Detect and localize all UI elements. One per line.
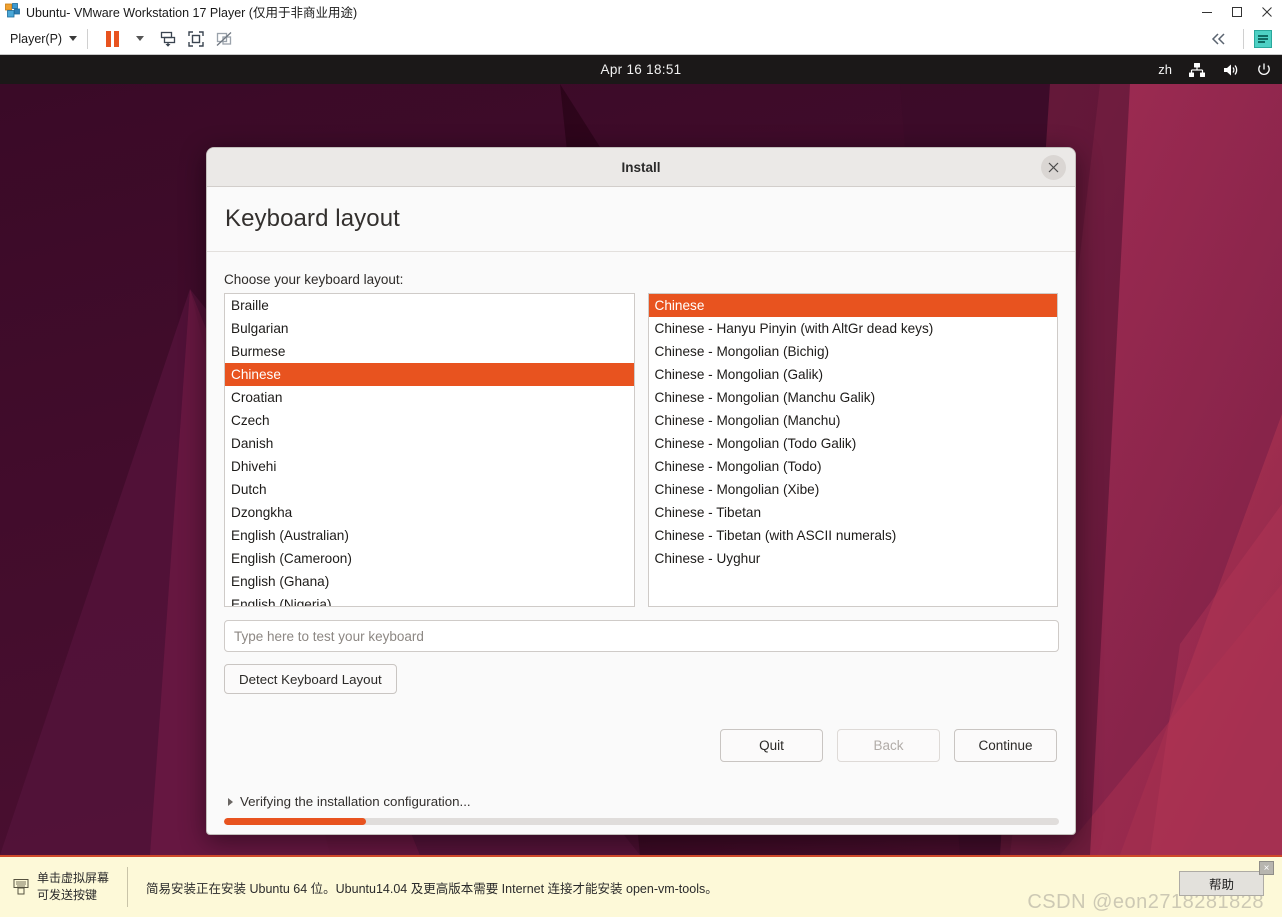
progress-track — [224, 818, 1059, 825]
maximize-icon[interactable] — [1222, 0, 1252, 23]
progress-area: Verifying the installation configuration… — [224, 794, 1059, 825]
variant-listbox[interactable]: Chinese Chinese - Hanyu Pinyin (with AltG… — [647, 293, 1058, 607]
language-list-item[interactable]: English (Ghana) — [225, 570, 634, 593]
collapse-button[interactable] — [1205, 26, 1233, 52]
quit-button[interactable]: Quit — [720, 729, 823, 762]
collapse-icon — [1211, 33, 1225, 45]
language-list-item[interactable]: English (Cameroon) — [225, 547, 634, 570]
progress-status-row[interactable]: Verifying the installation configuration… — [224, 794, 1058, 809]
language-list-item[interactable]: Bulgarian — [225, 317, 634, 340]
keyboard-icon — [13, 877, 30, 897]
language-list-item[interactable]: Dhivehi — [225, 455, 634, 478]
virtual-screen-hint-text: 单击虚拟屏幕 可发送按键 — [37, 870, 109, 905]
pause-button[interactable] — [98, 26, 126, 52]
variant-list-item[interactable]: Chinese - Hanyu Pinyin (with AltGr dead … — [649, 317, 1058, 340]
dialog-nav-buttons: Quit Back Continue — [224, 729, 1058, 762]
pause-icon — [105, 30, 119, 47]
back-button: Back — [837, 729, 940, 762]
panel-status-area: zh — [1158, 55, 1272, 84]
continue-button[interactable]: Continue — [954, 729, 1057, 762]
help-button[interactable]: 帮助 — [1179, 871, 1264, 896]
keyboard-indicator[interactable]: zh — [1158, 62, 1172, 77]
progress-fill — [224, 818, 366, 825]
install-dialog: Install Keyboard layout Choose your keyb… — [206, 147, 1076, 835]
variant-list-item[interactable]: Chinese — [648, 294, 1057, 317]
language-list-item[interactable]: Dutch — [225, 478, 634, 501]
chevron-right-icon — [228, 797, 233, 806]
status-divider — [127, 867, 129, 907]
chevron-down-icon — [136, 36, 145, 41]
language-list-item[interactable]: English (Australian) — [225, 524, 634, 547]
hint-line-1: 单击虚拟屏幕 — [37, 870, 110, 885]
vmware-status-bar: 单击虚拟屏幕 可发送按键 简易安装正在安装 Ubuntu 64 位。Ubuntu… — [0, 855, 1282, 917]
variant-list-item[interactable]: Chinese - Tibetan — [649, 501, 1058, 524]
volume-icon[interactable] — [1222, 62, 1240, 78]
language-list-item[interactable]: Burmese — [225, 340, 634, 363]
close-icon[interactable] — [1041, 155, 1066, 180]
fullscreen-button[interactable] — [182, 26, 210, 52]
language-list-item[interactable]: English (Nigeria) — [225, 593, 634, 606]
variant-list-item[interactable]: Chinese - Mongolian (Manchu Galik) — [649, 386, 1058, 409]
layout-lists: Braille Bulgarian Burmese Chinese Croatian Cz… — [224, 293, 1058, 607]
status-message: 简易安装正在安装 Ubuntu 64 位。Ubuntu14.04 及更高版本需要… — [146, 881, 718, 896]
keyboard-test-input[interactable] — [224, 620, 1059, 652]
power-icon[interactable] — [1256, 62, 1272, 78]
send-key-button[interactable] — [154, 26, 182, 52]
progress-status-label: Verifying the installation configuration… — [240, 794, 471, 809]
variant-list-item[interactable]: Chinese - Mongolian (Galik) — [649, 363, 1058, 386]
toolbar-divider — [87, 28, 89, 49]
dialog-titlebar: Install — [207, 148, 1075, 187]
variant-list-item[interactable]: Chinese - Mongolian (Manchu) — [649, 409, 1058, 432]
send-key-icon — [160, 31, 176, 47]
guest-screen: Apr 16 18:51 zh Install Keyboard layout … — [0, 55, 1282, 855]
dialog-title: Install — [621, 159, 661, 175]
window-controls — [1192, 0, 1282, 23]
status-close-button[interactable]: × — [1259, 861, 1274, 875]
choose-layout-label: Choose your keyboard layout: — [224, 272, 404, 287]
toolbar-right-group — [1205, 23, 1282, 55]
chevron-down-icon — [69, 36, 78, 41]
panel-clock[interactable]: Apr 16 18:51 — [601, 62, 682, 77]
pause-dropdown-button[interactable] — [126, 26, 154, 52]
variant-list-item[interactable]: Chinese - Mongolian (Todo Galik) — [649, 432, 1058, 455]
player-menu-label: Player(P) — [10, 31, 63, 46]
dialog-hero: Keyboard layout — [207, 187, 1075, 252]
variant-list-item[interactable]: Chinese - Tibetan (with ASCII numerals) — [649, 524, 1058, 547]
page-title: Keyboard layout — [225, 205, 400, 232]
close-icon[interactable] — [1252, 0, 1282, 23]
minimize-icon[interactable] — [1192, 0, 1222, 23]
fullscreen-icon — [188, 30, 204, 47]
dialog-body: Choose your keyboard layout: Braille Bulg… — [207, 252, 1075, 825]
variant-list-item[interactable]: Chinese - Mongolian (Todo) — [649, 455, 1058, 478]
hint-line-2: 可发送按键 — [37, 888, 98, 902]
language-list-item[interactable]: Braille — [225, 294, 634, 317]
unity-mode-icon — [216, 31, 232, 46]
language-list-item[interactable]: Chinese — [225, 363, 634, 386]
vmware-titlebar: Ubuntu- VMware Workstation 17 Player (仅用… — [0, 0, 1282, 23]
language-list-item[interactable]: Danish — [225, 432, 634, 455]
vmware-player-window: Ubuntu- VMware Workstation 17 Player (仅用… — [0, 0, 1282, 917]
language-list-item[interactable]: Croatian — [225, 386, 634, 409]
vmware-toolbar: Player(P) — [0, 23, 1282, 55]
unity-mode-button[interactable] — [210, 26, 238, 52]
player-menu-button[interactable]: Player(P) — [10, 31, 78, 46]
language-listbox[interactable]: Braille Bulgarian Burmese Chinese Croatian Cz… — [224, 293, 635, 607]
virtual-screen-hint: 单击虚拟屏幕 可发送按键 — [13, 870, 109, 905]
notes-icon[interactable] — [1254, 30, 1272, 48]
network-wired-icon[interactable] — [1188, 62, 1206, 78]
gnome-top-panel: Apr 16 18:51 zh — [0, 55, 1282, 84]
toolbar-divider — [1243, 29, 1244, 49]
variant-list-item[interactable]: Chinese - Mongolian (Bichig) — [649, 340, 1058, 363]
vmware-logo-icon — [5, 3, 21, 19]
language-list-item[interactable]: Dzongkha — [225, 501, 634, 524]
variant-list-item[interactable]: Chinese - Mongolian (Xibe) — [649, 478, 1058, 501]
detect-keyboard-layout-button[interactable]: Detect Keyboard Layout — [224, 664, 397, 694]
language-list-item[interactable]: Czech — [225, 409, 634, 432]
variant-list-item[interactable]: Chinese - Uyghur — [649, 547, 1058, 570]
vmware-window-title: Ubuntu- VMware Workstation 17 Player (仅用… — [26, 5, 358, 20]
